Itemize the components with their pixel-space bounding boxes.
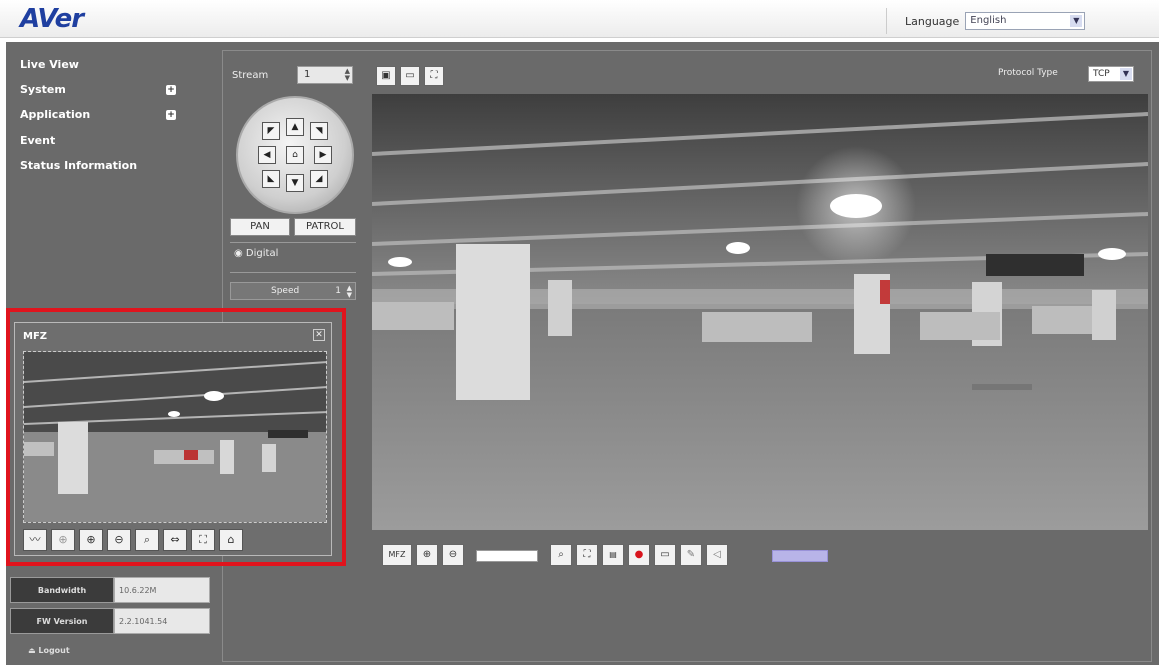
divider bbox=[230, 272, 356, 273]
radio-icon: ◉ bbox=[234, 248, 243, 259]
sidebar-item-application[interactable]: Application bbox=[20, 108, 90, 121]
language-label: Language bbox=[905, 14, 960, 28]
arrow-up-icon[interactable]: ▲ bbox=[286, 118, 304, 136]
magnify-icon[interactable]: ⌕ bbox=[135, 529, 159, 551]
protocol-type-label: Protocol Type bbox=[998, 68, 1058, 78]
zoom-out-icon[interactable]: ⊖ bbox=[107, 529, 131, 551]
mfz-window: MFZ ✕ 〰 ⊕ ⊕ ⊖ ⌕ ⇔ ⛶ ⌂ bbox=[14, 322, 332, 556]
fit-frame-icon[interactable]: ⛶ bbox=[191, 529, 215, 551]
zoom-in-icon[interactable]: ⊕ bbox=[79, 529, 103, 551]
aver-logo: AVer bbox=[20, 4, 84, 34]
fit-width-icon[interactable]: ⇔ bbox=[163, 529, 187, 551]
auto-focus-icon[interactable]: ⛶ bbox=[576, 544, 598, 566]
language-select[interactable]: English ▼ bbox=[965, 12, 1086, 30]
magnify-icon[interactable]: ⌕ bbox=[550, 544, 572, 566]
original-size-icon[interactable]: ▭ bbox=[400, 66, 420, 86]
sidebar-item-status-information[interactable]: Status Information bbox=[20, 159, 137, 172]
expand-system-icon[interactable]: + bbox=[166, 85, 176, 95]
home-icon[interactable]: ⌂ bbox=[219, 529, 243, 551]
expand-application-icon[interactable]: + bbox=[166, 110, 176, 120]
language-selector-group: Language English ▼ bbox=[886, 8, 1086, 34]
arrow-up-left-icon[interactable]: ◤ bbox=[262, 122, 280, 140]
zoom-slider[interactable] bbox=[476, 550, 538, 562]
stream-value: 1 bbox=[304, 69, 311, 80]
pan-button[interactable]: PAN bbox=[230, 218, 290, 236]
fw-version-value: 2.2.1041.54 bbox=[114, 608, 210, 634]
language-value: English bbox=[970, 15, 1007, 26]
bandwidth-label: Bandwidth bbox=[10, 577, 114, 603]
sidebar-item-event[interactable]: Event bbox=[20, 134, 55, 147]
home-icon[interactable]: ⌂ bbox=[286, 146, 304, 164]
info-row-bandwidth: Bandwidth 10.6.22M bbox=[10, 577, 210, 605]
snapshot-icon[interactable]: ▤ bbox=[602, 544, 624, 566]
stream-stepper[interactable]: 1 ▲ ▼ bbox=[297, 66, 353, 84]
speed-stepper[interactable]: Speed 1 ▲ ▼ bbox=[230, 282, 356, 300]
mfz-button[interactable]: MFZ bbox=[382, 544, 412, 566]
microphone-icon[interactable]: ✎ bbox=[680, 544, 702, 566]
spinner-icon[interactable]: ▲ ▼ bbox=[347, 285, 352, 299]
audio-input-icon[interactable]: ▭ bbox=[654, 544, 676, 566]
live-video-stream[interactable] bbox=[372, 94, 1148, 530]
speed-label: Speed bbox=[271, 286, 300, 296]
ptz-control-ring[interactable]: ◤ ▲ ◥ ◀ ⌂ ▶ ◣ ▼ ◢ bbox=[236, 96, 354, 214]
fit-view-icon[interactable]: ▣ bbox=[376, 66, 396, 86]
arrow-down-icon[interactable]: ▼ bbox=[286, 174, 304, 192]
arrow-left-icon[interactable]: ◀ bbox=[258, 146, 276, 164]
chevron-down-icon: ▼ bbox=[1120, 68, 1132, 80]
stream-label: Stream bbox=[232, 70, 269, 81]
arrow-down-left-icon[interactable]: ◣ bbox=[262, 170, 280, 188]
fw-version-label: FW Version bbox=[10, 608, 114, 634]
mfz-preview[interactable] bbox=[23, 351, 327, 523]
fullscreen-icon[interactable]: ⛶ bbox=[424, 66, 444, 86]
protocol-type-select[interactable]: TCP ▼ bbox=[1088, 66, 1134, 82]
trend-icon[interactable]: 〰 bbox=[23, 529, 47, 551]
logout-link[interactable]: ⏏ Logout bbox=[28, 646, 70, 655]
bandwidth-value: 10.6.22M bbox=[114, 577, 210, 603]
spinner-icon[interactable]: ▲ ▼ bbox=[345, 68, 350, 82]
speed-value: 1 bbox=[335, 286, 341, 296]
sidebar-item-system[interactable]: System bbox=[20, 83, 66, 96]
patrol-button[interactable]: PATROL bbox=[294, 218, 356, 236]
digital-radio[interactable]: ◉ Digital bbox=[234, 248, 278, 259]
speaker-icon[interactable]: ◁ bbox=[706, 544, 728, 566]
zoom-in-icon[interactable]: ⊕ bbox=[416, 544, 438, 566]
zoom-in-disabled-icon[interactable]: ⊕ bbox=[51, 529, 75, 551]
logout-label: Logout bbox=[38, 646, 70, 655]
arrow-up-right-icon[interactable]: ◥ bbox=[310, 122, 328, 140]
chevron-down-icon: ▼ bbox=[1070, 15, 1083, 27]
zoom-out-icon[interactable]: ⊖ bbox=[442, 544, 464, 566]
mfz-title: MFZ bbox=[23, 331, 48, 342]
record-icon[interactable]: ● bbox=[628, 544, 650, 566]
volume-slider[interactable] bbox=[772, 550, 828, 562]
parking-garage-thumbnail bbox=[24, 352, 326, 522]
protocol-type-value: TCP bbox=[1093, 69, 1110, 79]
close-icon[interactable]: ✕ bbox=[313, 329, 325, 341]
top-header: AVer Language English ▼ bbox=[0, 0, 1159, 38]
info-row-fw-version: FW Version 2.2.1041.54 bbox=[10, 608, 210, 636]
parking-garage-image bbox=[372, 94, 1148, 530]
divider bbox=[230, 242, 356, 243]
arrow-right-icon[interactable]: ▶ bbox=[314, 146, 332, 164]
digital-label: Digital bbox=[245, 248, 279, 259]
arrow-down-right-icon[interactable]: ◢ bbox=[310, 170, 328, 188]
sidebar-item-live-view[interactable]: Live View bbox=[20, 58, 79, 71]
logout-icon: ⏏ bbox=[28, 646, 36, 655]
